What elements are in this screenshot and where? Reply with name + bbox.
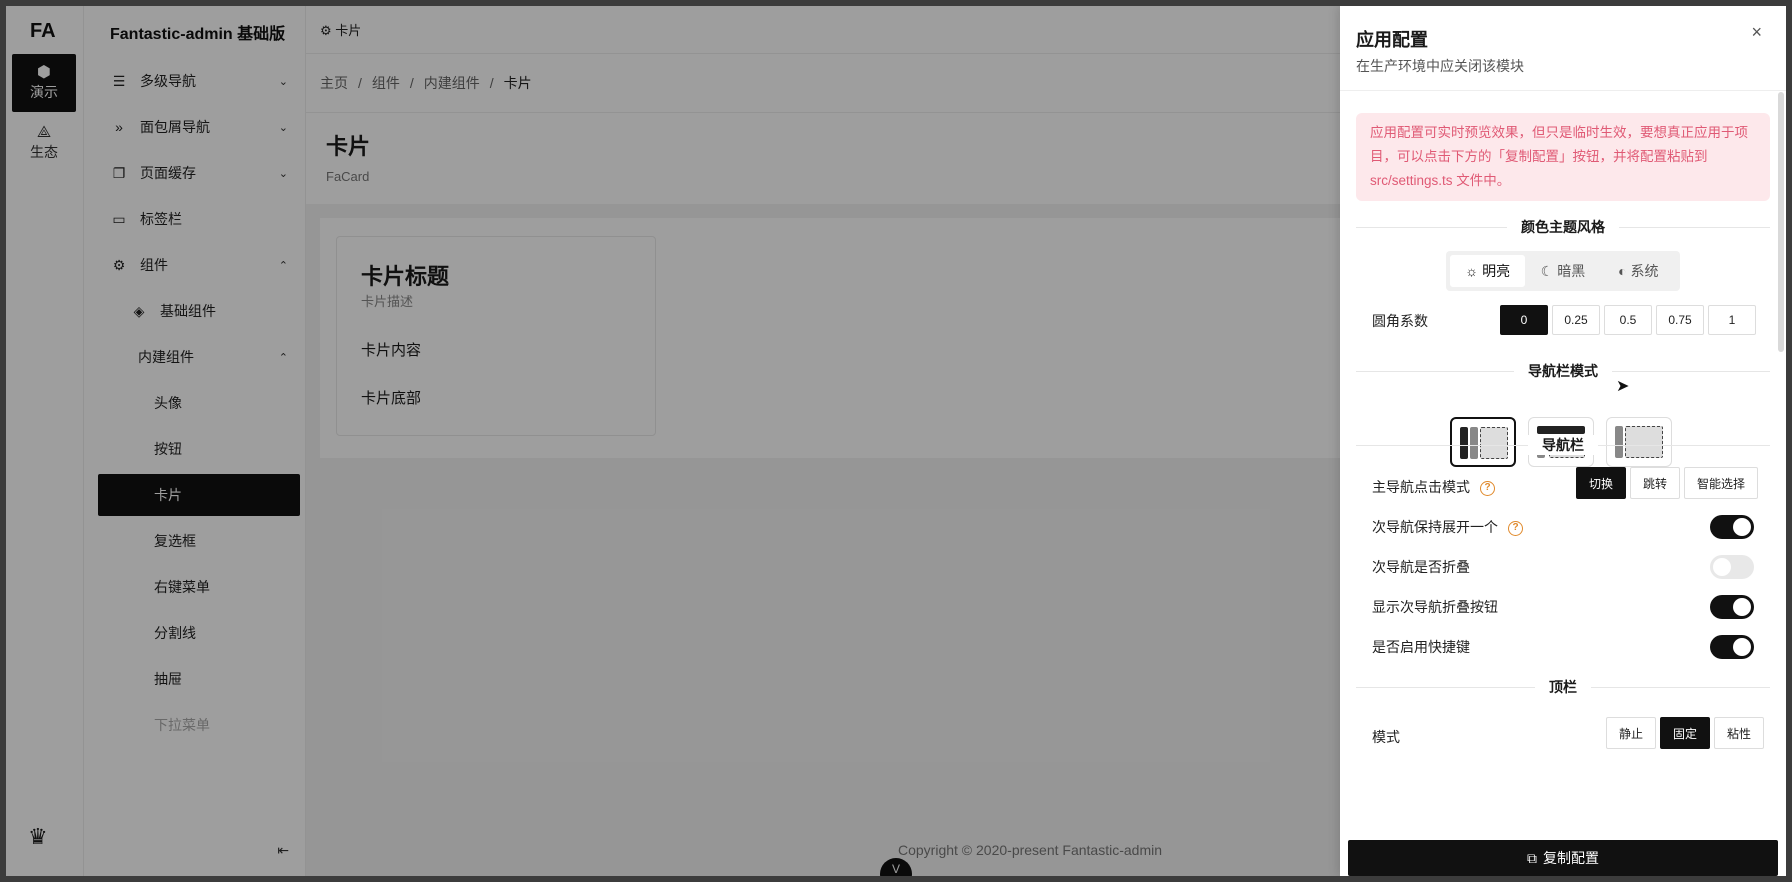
section-title: 导航栏: [1528, 435, 1598, 455]
click-mode-option[interactable]: 智能选择: [1684, 467, 1759, 499]
theme-system-button[interactable]: ◐ 系统: [1601, 255, 1676, 287]
section-divider: 颜色主题风格: [1356, 217, 1770, 237]
sub-nav-collapse-toggle[interactable]: [1710, 555, 1754, 579]
help-icon[interactable]: ?: [1480, 480, 1495, 496]
topbar-mode-option[interactable]: 固定: [1660, 717, 1711, 749]
sub-nav-collapse-label: 次导航是否折叠: [1372, 559, 1470, 575]
topbar-mode-option[interactable]: 粘性: [1714, 717, 1765, 749]
section-divider: 顶栏: [1356, 677, 1770, 697]
copy-config-button[interactable]: ⧉ 复制配置: [1348, 840, 1778, 876]
section-divider: 导航栏模式: [1356, 361, 1770, 381]
main-nav-click-options: 切换 跳转 智能选择: [1576, 467, 1759, 499]
help-icon[interactable]: ?: [1508, 520, 1523, 536]
sub-nav-keep-one-toggle[interactable]: [1710, 515, 1754, 539]
section-title: 顶栏: [1535, 677, 1591, 697]
copy-icon: ⧉: [1527, 849, 1537, 866]
section-title: 导航栏模式: [1514, 361, 1612, 381]
radius-option[interactable]: 1: [1708, 305, 1756, 335]
theme-label: 系统: [1630, 263, 1659, 279]
radius-option[interactable]: 0.75: [1656, 305, 1704, 335]
info-alert: 应用配置可实时预览效果，但只是临时生效，要想真正应用于项目，可以点击下方的「复制…: [1356, 113, 1770, 201]
section-divider: 导航栏: [1356, 435, 1770, 455]
copy-config-label: 复制配置: [1543, 850, 1599, 866]
app-settings-drawer: 应用配置 在生产环境中应关闭该模块 × 应用配置可实时预览效果，但只是临时生效，…: [1340, 6, 1786, 876]
radius-option[interactable]: 0.25: [1552, 305, 1600, 335]
theme-dark-button[interactable]: ☾ 暗黑: [1525, 255, 1600, 287]
topbar-mode-label: 模式: [1372, 729, 1400, 745]
section-title: 颜色主题风格: [1507, 217, 1619, 237]
click-mode-option[interactable]: 跳转: [1630, 467, 1681, 499]
topbar-mode-option[interactable]: 静止: [1606, 717, 1657, 749]
mouse-cursor-icon: ➤: [1616, 378, 1630, 395]
sun-icon: ☼: [1465, 263, 1479, 279]
half-circle-icon: ◐: [1618, 263, 1627, 279]
sub-nav-keep-one-label: 次导航保持展开一个?: [1372, 517, 1523, 537]
radius-option[interactable]: 0: [1500, 305, 1548, 335]
main-nav-click-label: 主导航点击模式?: [1372, 477, 1495, 497]
app-root: FA ⬢ 演示 ⟁ 生态 ♛ Fantastic-admin 基础版 ☰ 多级导航…: [6, 6, 1786, 876]
setting-label: 次导航保持展开一个: [1372, 519, 1498, 535]
show-collapse-button-label: 显示次导航折叠按钮: [1372, 599, 1498, 615]
click-mode-option[interactable]: 切换: [1576, 467, 1627, 499]
enable-hotkeys-toggle[interactable]: [1710, 635, 1754, 659]
setting-label: 主导航点击模式: [1372, 479, 1470, 495]
enable-hotkeys-label: 是否启用快捷键: [1372, 639, 1470, 655]
theme-label: 明亮: [1482, 263, 1511, 279]
drawer-body: 应用配置可实时预览效果，但只是临时生效，要想真正应用于项目，可以点击下方的「复制…: [1340, 90, 1786, 830]
theme-label: 暗黑: [1557, 263, 1586, 279]
drawer-title: 应用配置: [1356, 30, 1428, 50]
close-icon[interactable]: ×: [1751, 22, 1762, 43]
theme-light-button[interactable]: ☼ 明亮: [1450, 255, 1526, 287]
moon-icon: ☾: [1540, 262, 1554, 279]
topbar-mode-options: 静止 固定 粘性: [1606, 717, 1765, 749]
window-frame: FA ⬢ 演示 ⟁ 生态 ♛ Fantastic-admin 基础版 ☰ 多级导航…: [0, 0, 1792, 882]
theme-toggle-group: ☼ 明亮 ☾ 暗黑 ◐ 系统: [1446, 251, 1680, 291]
drawer-subtitle: 在生产环境中应关闭该模块: [1356, 58, 1524, 74]
radius-options: 0 0.25 0.5 0.75 1: [1500, 305, 1756, 335]
radius-option[interactable]: 0.5: [1604, 305, 1652, 335]
show-collapse-button-toggle[interactable]: [1710, 595, 1754, 619]
radius-label: 圆角系数: [1372, 313, 1428, 329]
